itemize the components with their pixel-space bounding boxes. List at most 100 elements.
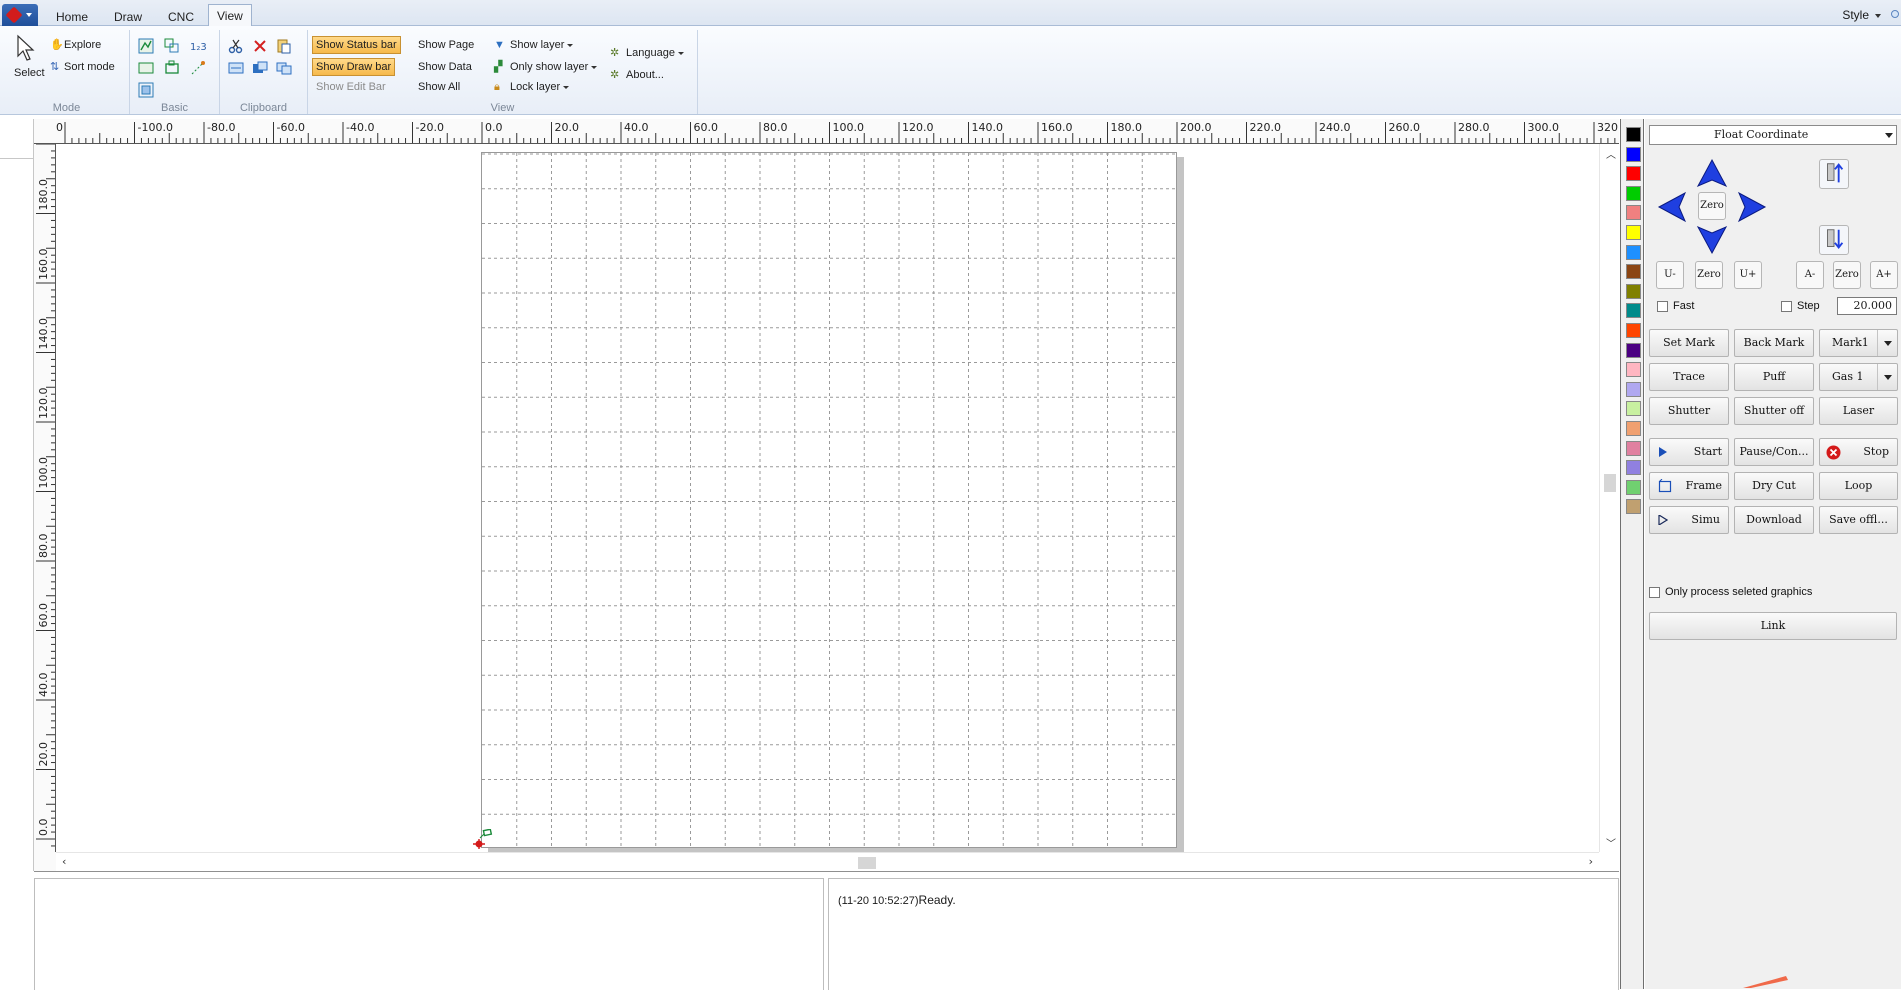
color-swatch[interactable] [1626, 342, 1641, 358]
shutter-off-button[interactable]: Shutter off [1734, 397, 1814, 425]
show-status-bar-toggle[interactable]: Show Status bar [312, 36, 401, 54]
color-swatch[interactable] [1626, 323, 1641, 338]
horizontal-scrollbar[interactable]: ‹ › [56, 852, 1599, 871]
tab-home[interactable]: Home [48, 6, 96, 26]
delete-icon[interactable] [252, 38, 268, 54]
gas-select[interactable]: Gas 1 [1819, 363, 1898, 391]
cut-icon[interactable] [228, 38, 244, 54]
color-swatch[interactable] [1626, 440, 1641, 456]
color-swatch[interactable] [1626, 146, 1641, 162]
link-button[interactable]: Link [1649, 612, 1897, 640]
color-swatch[interactable] [1626, 381, 1641, 397]
frame-select-icon[interactable] [138, 82, 154, 98]
scroll-down-icon[interactable]: ﹀ [1606, 835, 1616, 850]
color-swatch[interactable] [1626, 421, 1641, 436]
move-down-arrow-icon[interactable] [1696, 223, 1728, 255]
u-minus-button[interactable]: U- [1656, 261, 1684, 289]
copy-icon[interactable] [228, 60, 244, 76]
color-swatch[interactable] [1626, 401, 1641, 417]
only-show-layer-dropdown[interactable]: ▞ Only show layer [494, 58, 598, 76]
color-swatch[interactable] [1626, 225, 1641, 240]
step-value-input[interactable]: 20.000 [1837, 297, 1897, 315]
explore-button[interactable]: ✋Explore [50, 36, 101, 54]
set-mark-button[interactable]: Set Mark [1649, 329, 1729, 357]
show-draw-bar-toggle[interactable]: Show Draw bar [312, 58, 396, 76]
move-left-arrow-icon[interactable] [1657, 191, 1689, 223]
show-page-button[interactable]: Show Page [418, 36, 474, 54]
color-swatch[interactable] [1626, 166, 1641, 182]
only-process-selected-checkbox[interactable] [1649, 587, 1660, 598]
work-page[interactable] [481, 152, 1177, 848]
show-layer-dropdown[interactable]: ▼ Show layer [494, 36, 574, 54]
paste-icon[interactable] [276, 38, 292, 54]
loop-button[interactable]: Loop [1819, 472, 1898, 500]
color-swatch[interactable] [1626, 185, 1641, 201]
duplicate-icon[interactable] [252, 60, 268, 76]
tab-view[interactable]: View [208, 4, 252, 27]
coordinate-mode-select[interactable]: Float Coordinate [1649, 125, 1897, 145]
start-button[interactable]: Start [1649, 438, 1729, 466]
download-button[interactable]: Download [1734, 506, 1814, 534]
group-icon[interactable] [164, 38, 180, 54]
fast-checkbox[interactable] [1657, 301, 1668, 312]
a-minus-button[interactable]: A- [1796, 261, 1824, 289]
save-offline-button[interactable]: Save offl... [1819, 506, 1898, 534]
color-swatch[interactable] [1626, 244, 1641, 260]
style-menu[interactable]: Style [1842, 8, 1881, 22]
show-all-button[interactable]: Show All [418, 78, 460, 96]
zero-a-button[interactable]: Zero [1833, 261, 1861, 289]
language-dropdown[interactable]: ✲ Language [610, 44, 684, 62]
color-swatch[interactable] [1626, 127, 1641, 142]
tab-draw[interactable]: Draw [106, 6, 150, 26]
app-menu-button[interactable] [2, 4, 38, 26]
offset-icon[interactable] [164, 60, 180, 76]
numbering-icon[interactable]: 1₂3 [190, 38, 206, 54]
dry-cut-button[interactable]: Dry Cut [1734, 472, 1814, 500]
color-swatch[interactable] [1626, 479, 1641, 495]
color-swatch[interactable] [1626, 499, 1641, 515]
back-mark-button[interactable]: Back Mark [1734, 329, 1814, 357]
scroll-left-icon[interactable]: ‹ [62, 855, 66, 868]
about-button[interactable]: ✲ About... [610, 66, 664, 84]
vertical-scroll-thumb[interactable] [1604, 474, 1616, 492]
shutter-button[interactable]: Shutter [1649, 397, 1729, 425]
z-up-icon[interactable] [1819, 159, 1849, 189]
show-edit-bar-toggle[interactable]: Show Edit Bar [316, 78, 386, 96]
array-copy-icon[interactable] [276, 60, 292, 76]
rectangle-icon[interactable] [138, 60, 154, 76]
laser-button[interactable]: Laser [1819, 397, 1898, 425]
puff-button[interactable]: Puff [1734, 363, 1814, 391]
color-swatch[interactable] [1626, 205, 1641, 221]
zero-xy-button[interactable]: Zero [1698, 192, 1726, 220]
drawing-canvas[interactable] [56, 144, 1599, 852]
color-swatch[interactable] [1626, 264, 1641, 280]
color-swatch[interactable] [1626, 460, 1641, 476]
point-edit-icon[interactable] [190, 60, 206, 76]
scroll-up-icon[interactable]: ︿ [1606, 146, 1616, 161]
step-checkbox[interactable] [1781, 301, 1792, 312]
trace-button[interactable]: Trace [1649, 363, 1729, 391]
z-down-icon[interactable] [1819, 225, 1849, 255]
tab-cnc[interactable]: CNC [160, 6, 202, 26]
select-button[interactable]: Select [8, 34, 48, 80]
pause-continue-button[interactable]: Pause/Con... [1734, 438, 1814, 466]
move-up-arrow-icon[interactable] [1696, 158, 1728, 190]
chevron-down-icon[interactable] [1877, 364, 1897, 390]
color-swatch[interactable] [1626, 362, 1641, 378]
show-data-button[interactable]: Show Data [418, 58, 472, 76]
node-edit-icon[interactable] [138, 38, 154, 54]
stop-button[interactable]: Stop [1819, 438, 1898, 466]
frame-button[interactable]: Frame [1649, 472, 1729, 500]
chevron-down-icon[interactable] [1877, 330, 1897, 356]
move-right-arrow-icon[interactable] [1735, 191, 1767, 223]
scroll-right-icon[interactable]: › [1589, 855, 1593, 868]
mark-select[interactable]: Mark1 [1819, 329, 1898, 357]
simulate-button[interactable]: Simu [1649, 506, 1729, 534]
vertical-scrollbar[interactable]: ︿ ﹀ [1599, 144, 1619, 852]
zero-u-button[interactable]: Zero [1695, 261, 1723, 289]
u-plus-button[interactable]: U+ [1734, 261, 1762, 289]
horizontal-scroll-thumb[interactable] [858, 857, 876, 869]
color-swatch[interactable] [1626, 303, 1641, 319]
color-swatch[interactable] [1626, 283, 1641, 299]
a-plus-button[interactable]: A+ [1870, 261, 1898, 289]
